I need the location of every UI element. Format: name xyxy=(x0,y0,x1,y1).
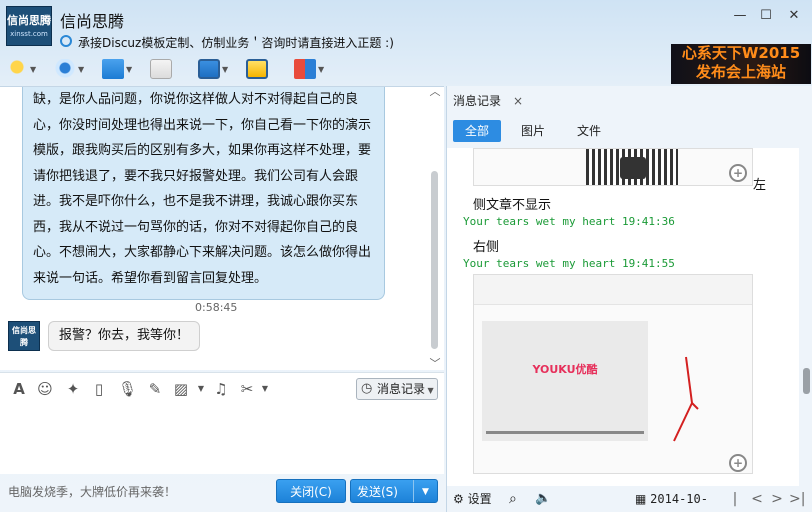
scroll-down-icon[interactable]: ﹀ xyxy=(428,358,442,370)
emoji-icon[interactable]: ☺ xyxy=(36,380,54,398)
contact-name[interactable]: 信尚思腾 xyxy=(60,8,124,32)
zoom-icon[interactable]: + xyxy=(729,164,747,182)
voice-call-button[interactable]: ▼ xyxy=(6,56,46,82)
history-meta: Your tears wet my heart 19:41:55 xyxy=(463,257,675,270)
next-page-icon[interactable]: > xyxy=(769,490,785,508)
history-scrollbar[interactable] xyxy=(799,148,812,486)
apps-button[interactable]: ▼ xyxy=(294,56,334,82)
filter-images[interactable]: 图片 xyxy=(513,120,553,142)
chevron-down-icon[interactable]: ▼ xyxy=(78,65,84,74)
history-image[interactable] xyxy=(473,148,753,186)
avatar[interactable]: 信尚思腾 xyxy=(8,321,40,351)
history-list[interactable]: + 左 侧文章不显示 Your tears wet my heart 19:41… xyxy=(447,148,799,486)
history-message: 左 xyxy=(753,178,767,193)
close-button[interactable]: 关闭(C) xyxy=(276,479,346,503)
history-image[interactable]: YOUKU优酷 xyxy=(473,274,753,474)
chat-scrollbar[interactable]: ︿ ﹀ xyxy=(428,86,442,370)
history-message: 侧文章不显示 xyxy=(473,198,552,213)
video-player: YOUKU优酷 xyxy=(482,321,648,441)
footer-ad-link[interactable]: 电脑发烧季，大牌低价再来袭！ xyxy=(8,483,176,500)
reply-message-bubble[interactable]: 报警？你去，我等你！ xyxy=(48,321,201,351)
search-icon[interactable]: ⌕ xyxy=(509,490,517,508)
remote-desktop-icon xyxy=(198,59,220,79)
chat-scroll-thumb[interactable] xyxy=(431,171,438,349)
video-progress-bar xyxy=(486,431,644,434)
chat-toolbar: ▼ ▼ ▼ ▼ ▼ xyxy=(6,56,334,82)
filter-all[interactable]: 全部 xyxy=(453,120,501,142)
zoom-icon[interactable]: + xyxy=(729,454,747,472)
remote-desktop-button[interactable]: ▼ xyxy=(198,56,238,82)
chat-messages[interactable]: 缺，是你人品问题，你说你这样做人对不对得起自己的良 心，你没时间处理也得出来说一… xyxy=(0,86,444,370)
webcam-icon xyxy=(54,59,76,79)
red-arrow-annotation xyxy=(673,356,699,442)
history-scroll-thumb[interactable] xyxy=(803,368,810,394)
scroll-up-icon[interactable]: ︿ xyxy=(428,86,442,98)
close-icon[interactable]: ✕ xyxy=(782,6,806,26)
doodle-icon[interactable]: ✎ xyxy=(146,380,164,398)
send-options-icon[interactable]: ▼ xyxy=(413,480,437,502)
chevron-down-icon[interactable]: ▼ xyxy=(256,380,274,398)
chevron-down-icon[interactable]: ▼ xyxy=(318,65,324,74)
file-transfer-icon xyxy=(102,59,124,79)
history-meta: Your tears wet my heart 19:41:36 xyxy=(463,215,675,228)
screenshot-icon[interactable]: ✂ xyxy=(238,380,256,398)
last-page-icon[interactable]: >| xyxy=(789,490,805,508)
chat-window-header: 信尚思腾 xinsst.com 信尚思腾 承接Discuz模板定制、仿制业务＇咨… xyxy=(0,0,812,86)
screen-share-button[interactable] xyxy=(246,56,286,82)
chevron-down-icon[interactable]: ▼ xyxy=(30,65,36,74)
settings-button[interactable]: ⚙ 设置 xyxy=(453,490,492,508)
input-toolbar: A ☺ ✦ ▯ 🎙 ✎ ▨ ▼ ♫ ✂ ▼ 消息记录 ▼ xyxy=(0,372,444,402)
screenshot-header xyxy=(474,275,752,305)
calendar-icon: ▦ xyxy=(635,492,647,506)
video-call-button[interactable]: ▼ xyxy=(54,56,94,82)
screen-share-icon xyxy=(246,59,268,79)
message-timestamp: 0:58:45 xyxy=(195,301,238,314)
gear-icon: ⚙ xyxy=(453,492,464,506)
history-footer: ⚙ 设置 ⌕ 🔈 ▦ 2014-10- |< < > >| xyxy=(447,486,812,512)
magic-icon[interactable]: ✦ xyxy=(64,380,82,398)
send-button[interactable]: 发送(S) ▼ xyxy=(350,479,438,503)
history-message: 右侧 xyxy=(473,240,500,255)
apps-icon xyxy=(294,59,316,79)
tab-message-history[interactable]: 消息记录 xyxy=(453,90,501,112)
first-page-icon[interactable]: |< xyxy=(727,490,743,512)
file-transfer-button[interactable]: ▼ xyxy=(102,56,142,82)
chevron-down-icon[interactable]: ▼ xyxy=(126,65,132,74)
voice-message-icon[interactable]: 🎙 xyxy=(118,380,137,398)
message-input[interactable] xyxy=(0,402,444,474)
ad-banner[interactable]: 心系天下W2015 发布会上海站 xyxy=(671,44,811,84)
add-member-icon xyxy=(150,59,172,79)
contact-signature: 承接Discuz模板定制、仿制业务＇咨询时请直接进入正题 :) xyxy=(78,36,394,50)
chevron-down-icon[interactable]: ▼ xyxy=(222,65,228,74)
signature-icon xyxy=(60,35,72,47)
chevron-down-icon[interactable]: ▼ xyxy=(192,380,210,398)
prev-page-icon[interactable]: < xyxy=(749,490,765,508)
add-member-button[interactable] xyxy=(150,56,190,82)
maximize-icon[interactable]: ☐ xyxy=(754,6,778,26)
filter-files[interactable]: 文件 xyxy=(569,120,609,142)
close-tab-icon[interactable]: × xyxy=(513,90,523,112)
shake-icon[interactable]: ▯ xyxy=(90,380,108,398)
microphone-icon xyxy=(6,59,28,79)
incoming-message-bubble[interactable]: 缺，是你人品问题，你说你这样做人对不对得起自己的良 心，你没时间处理也得出来说一… xyxy=(22,87,385,300)
font-icon[interactable]: A xyxy=(10,380,28,398)
speaker-icon[interactable]: 🔈 xyxy=(535,490,551,508)
message-history-button[interactable]: 消息记录 ▼ xyxy=(356,378,438,400)
history-panel: 消息记录 × 全部 图片 文件 + 左 侧文章不显示 Your tears we… xyxy=(446,86,812,512)
youku-logo: YOUKU优酷 xyxy=(532,363,598,376)
minimize-icon[interactable]: — xyxy=(728,6,752,26)
date-picker[interactable]: ▦ 2014-10- xyxy=(635,490,708,508)
music-icon[interactable]: ♫ xyxy=(212,380,230,398)
qr-logo-icon xyxy=(620,157,646,179)
contact-avatar[interactable]: 信尚思腾 xinsst.com xyxy=(6,6,52,46)
image-icon[interactable]: ▨ xyxy=(172,380,190,398)
